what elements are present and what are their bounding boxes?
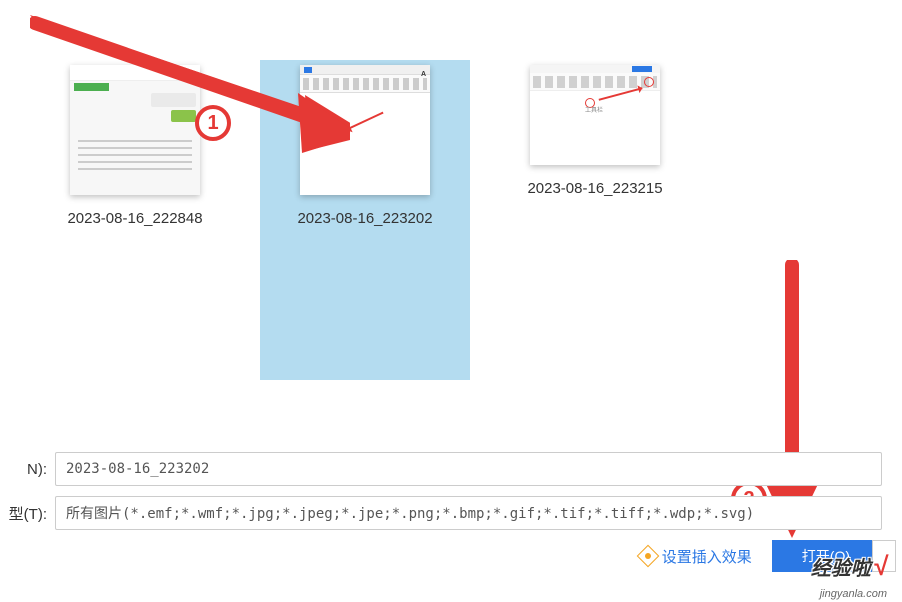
file-thumbnail: 工具栏 — [530, 65, 660, 165]
file-name-label: 2023-08-16_222848 — [67, 210, 202, 227]
file-dialog-form: N): 型(T): 设置插入效果 打开(O) — [0, 452, 902, 572]
file-item-selected[interactable]: A 2023-08-16_223202 — [260, 60, 470, 380]
file-item[interactable]: 工具栏 2023-08-16_223215 — [490, 60, 700, 380]
filename-label: N): — [0, 461, 55, 478]
diamond-icon — [636, 545, 659, 568]
file-item[interactable]: 3-16_222100 — [0, 60, 10, 380]
annotation-marker-1: 1 — [195, 105, 231, 141]
file-browser-area: 3-16_222100 2023-08-16_222848 A 2023-08-… — [0, 60, 902, 380]
insert-effect-link[interactable]: 设置插入效果 — [640, 546, 752, 567]
file-thumbnail — [70, 65, 200, 195]
file-name-label: 2023-08-16_223202 — [297, 210, 432, 227]
watermark-url: jingyanla.com — [820, 588, 887, 600]
filetype-input[interactable] — [55, 496, 882, 530]
filetype-label: 型(T): — [0, 503, 55, 524]
watermark: 经验啦 √ — [811, 551, 887, 582]
file-name-label: 2023-08-16_223215 — [527, 180, 662, 197]
check-icon: √ — [873, 551, 887, 582]
filename-input[interactable] — [55, 452, 882, 486]
file-thumbnail: A — [300, 65, 430, 195]
